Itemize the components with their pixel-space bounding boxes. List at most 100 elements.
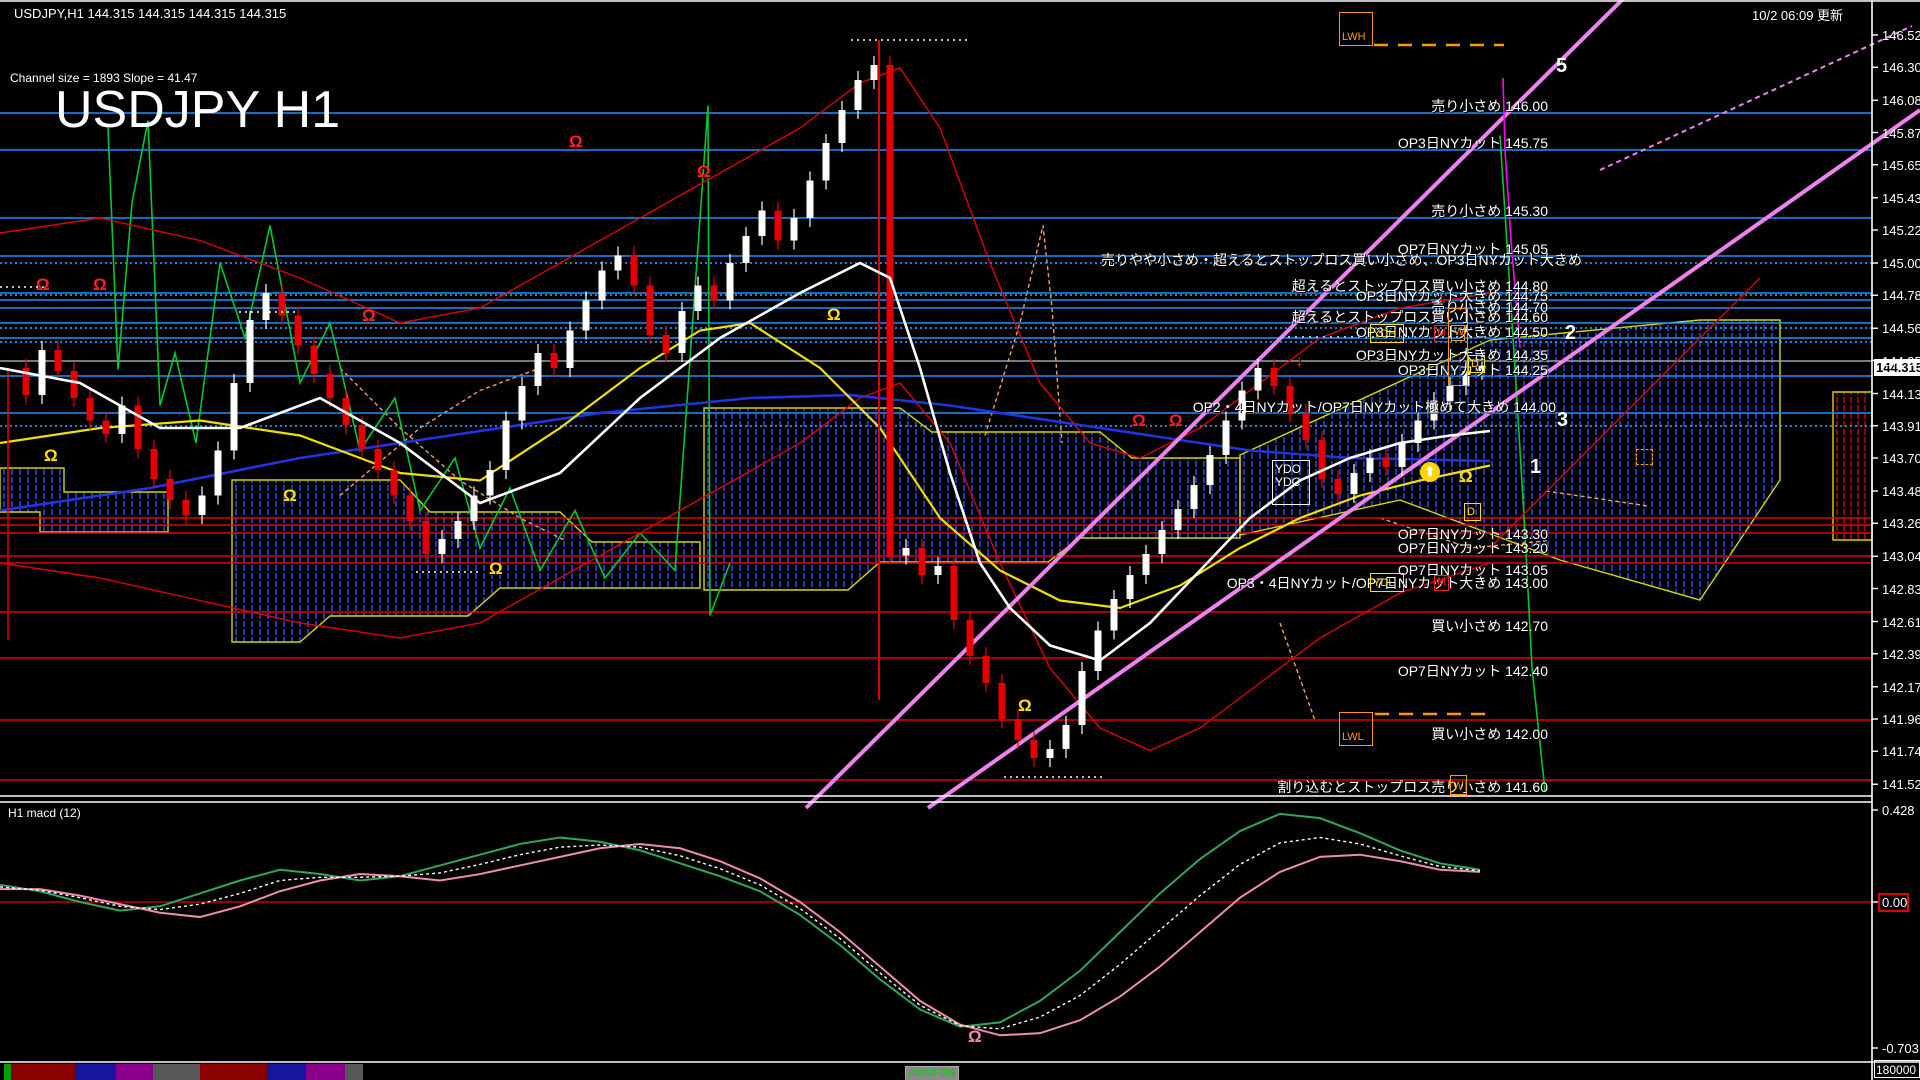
candle-body bbox=[375, 449, 382, 470]
price-axis-label: 142.830 bbox=[1882, 582, 1920, 597]
candle-body bbox=[711, 286, 718, 301]
candle-body bbox=[55, 350, 62, 371]
candle-body bbox=[839, 110, 846, 143]
elliott-wave-number: 5 bbox=[1556, 55, 1567, 78]
candle-body bbox=[199, 496, 206, 516]
senkou-dashed-line bbox=[985, 226, 1062, 444]
symbol-ohlc-readout: USDJPY,H1 144.315 144.315 144.315 144.31… bbox=[14, 6, 286, 21]
timeline-segment[interactable] bbox=[116, 1064, 153, 1080]
macd-axis-label: 0.00 bbox=[1878, 893, 1909, 912]
price-annotation: 売り小さめ 145.30 bbox=[1431, 201, 1548, 221]
candle-body bbox=[1335, 479, 1342, 494]
marker-box-d: D bbox=[1468, 355, 1485, 373]
candle-body bbox=[967, 620, 974, 656]
candle-body bbox=[647, 286, 654, 336]
price-annotation: OP3日NYカット 145.75 bbox=[1398, 133, 1548, 153]
candle-body bbox=[551, 353, 558, 368]
timeline-segment[interactable] bbox=[75, 1064, 116, 1080]
candle-body bbox=[919, 548, 926, 575]
bars-count-box: 180000 bbox=[1874, 1060, 1920, 1078]
candle-body bbox=[1191, 485, 1198, 509]
candle-body bbox=[1079, 671, 1086, 725]
candle-body bbox=[1015, 719, 1022, 740]
price-axis-label: 145.655 bbox=[1882, 158, 1920, 173]
price-axis-label: 145.870 bbox=[1882, 126, 1920, 141]
timeline-segment[interactable] bbox=[267, 1064, 306, 1080]
candle-body bbox=[71, 371, 78, 398]
arrow-signal-icon: ↓ bbox=[1295, 352, 1304, 369]
candle-body bbox=[1159, 530, 1166, 554]
candle-body bbox=[727, 263, 734, 301]
candle-body bbox=[1303, 413, 1310, 440]
candle-body bbox=[103, 421, 110, 435]
candle-body bbox=[455, 521, 462, 539]
omega-signal-icon: Ω bbox=[1169, 412, 1183, 429]
candle-body bbox=[1127, 575, 1134, 599]
price-annotation: OP7日NYカット 143.20 bbox=[1398, 538, 1548, 558]
candle-body bbox=[1255, 368, 1262, 391]
candle-body bbox=[855, 80, 862, 110]
price-axis-label: 142.610 bbox=[1882, 615, 1920, 630]
elliott-wave-number: 1 bbox=[1530, 456, 1541, 479]
candle-body bbox=[1319, 440, 1326, 479]
price-annotation: 割り込むとストップロス売り小さめ 141.60 bbox=[1277, 777, 1548, 797]
candle-body bbox=[1175, 509, 1182, 530]
marker-box-d: D bbox=[1464, 503, 1481, 521]
marker-box-lwh: LWH bbox=[1339, 12, 1373, 46]
candle-body bbox=[1111, 599, 1118, 631]
marker-box-ydh: YDH bbox=[1370, 324, 1404, 343]
timeline-segment[interactable] bbox=[200, 1064, 267, 1080]
omega-signal-icon: Ω bbox=[569, 133, 583, 150]
timeline-segment[interactable] bbox=[11, 1064, 75, 1080]
candle-body bbox=[327, 374, 334, 398]
timeline-segment[interactable] bbox=[345, 1064, 363, 1080]
candle-body bbox=[1351, 473, 1358, 494]
price-annotation: OP2・4日NYカット/OP7日NYカット極めて大きめ 144.00 bbox=[1193, 397, 1556, 417]
candle-body bbox=[695, 286, 702, 312]
candle-body bbox=[567, 331, 574, 369]
price-annotation: 売り小さめ 146.00 bbox=[1431, 96, 1548, 116]
candle-body bbox=[263, 293, 270, 320]
marker-box-m: M bbox=[1434, 575, 1449, 591]
candle-body bbox=[39, 350, 46, 395]
candle-body bbox=[599, 271, 606, 301]
candle-body bbox=[1223, 421, 1230, 456]
omega-signal-icon: Ω bbox=[36, 276, 50, 293]
candle-body bbox=[151, 449, 158, 479]
trading-chart-window: USDJPY,H1 144.315 144.315 144.315 144.31… bbox=[0, 0, 1920, 1080]
candle-body bbox=[487, 470, 494, 496]
candle-body bbox=[823, 143, 830, 181]
candle-body bbox=[311, 346, 318, 375]
price-axis-label: 142.395 bbox=[1882, 647, 1920, 662]
price-axis-label: 143.700 bbox=[1882, 451, 1920, 466]
price-axis-label: 144.785 bbox=[1882, 288, 1920, 303]
candle-body bbox=[1063, 725, 1070, 749]
candle-body bbox=[791, 218, 798, 241]
candle-body bbox=[903, 548, 910, 556]
candle-body bbox=[167, 479, 174, 500]
candle-body bbox=[423, 521, 430, 554]
marker-box-frame bbox=[1448, 308, 1468, 386]
candle-body bbox=[1095, 631, 1102, 672]
chart-canvas[interactable] bbox=[0, 0, 1920, 1080]
bars-count-value: 180000 bbox=[1875, 1063, 1916, 1077]
price-axis-label: 143.045 bbox=[1882, 549, 1920, 564]
candle-body bbox=[1383, 458, 1390, 467]
price-axis-label: 143.265 bbox=[1882, 516, 1920, 531]
candle-body bbox=[871, 65, 878, 80]
marker-box-ydoydc: YDOYDC bbox=[1272, 460, 1310, 505]
marker-box-ydl: YDL bbox=[1370, 573, 1404, 592]
candle-body bbox=[615, 256, 622, 271]
timeline-segment[interactable] bbox=[4, 1064, 11, 1080]
price-axis-label: 145.000 bbox=[1882, 256, 1920, 271]
kumo-cloud bbox=[0, 468, 168, 532]
candle-body bbox=[215, 451, 222, 496]
macd-pane-label: H1 macd (12) bbox=[8, 806, 81, 820]
timeline-segment[interactable] bbox=[306, 1064, 345, 1080]
macd-on-toggle[interactable]: macd ON bbox=[905, 1066, 959, 1080]
timeline-segment[interactable] bbox=[153, 1064, 200, 1080]
price-axis-label: 143.915 bbox=[1882, 419, 1920, 434]
candle-body bbox=[503, 421, 510, 471]
omega-signal-icon: Ω bbox=[93, 276, 107, 293]
macd-layer bbox=[0, 814, 1872, 1035]
